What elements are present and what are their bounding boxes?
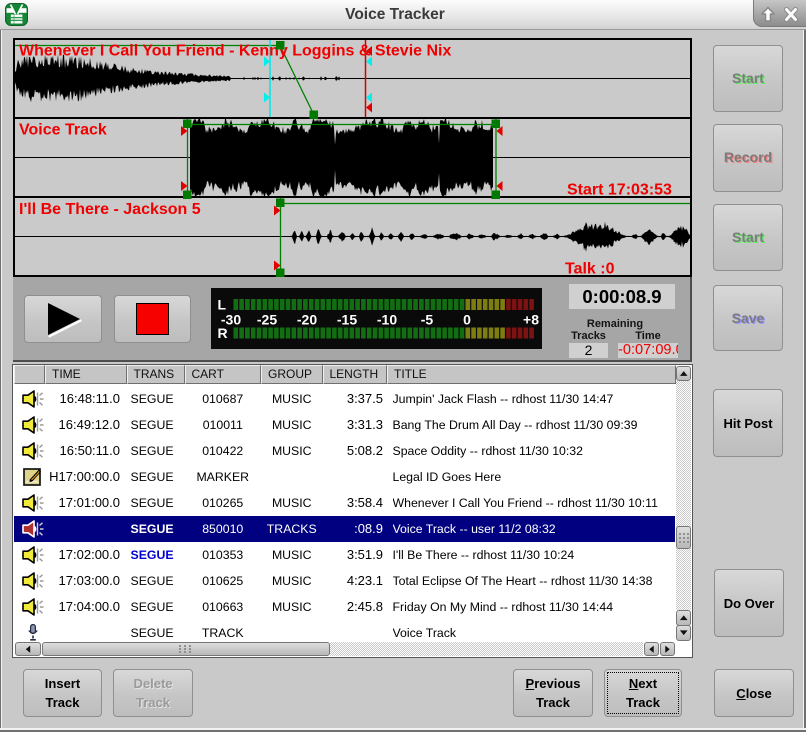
- svg-text:-5: -5: [421, 312, 434, 328]
- svg-text:Whenever I Call You Friend - K: Whenever I Call You Friend - Kenny Loggi…: [19, 43, 451, 60]
- svg-text:+8: +8: [523, 312, 539, 328]
- svg-text:Voice Track: Voice Track: [19, 122, 107, 139]
- svg-text:I'll Be There - Jackson 5: I'll Be There - Jackson 5: [19, 201, 201, 218]
- svg-text:Start 17:03:53: Start 17:03:53: [567, 182, 672, 199]
- svg-text:-25: -25: [257, 312, 277, 328]
- svg-text:0: 0: [463, 312, 471, 328]
- svg-text:-20: -20: [297, 312, 317, 328]
- svg-text:L: L: [218, 297, 227, 313]
- svg-text:-15: -15: [337, 312, 357, 328]
- svg-text:-30: -30: [221, 312, 241, 328]
- svg-text:-10: -10: [377, 312, 397, 328]
- svg-text:Talk :0: Talk :0: [565, 261, 615, 278]
